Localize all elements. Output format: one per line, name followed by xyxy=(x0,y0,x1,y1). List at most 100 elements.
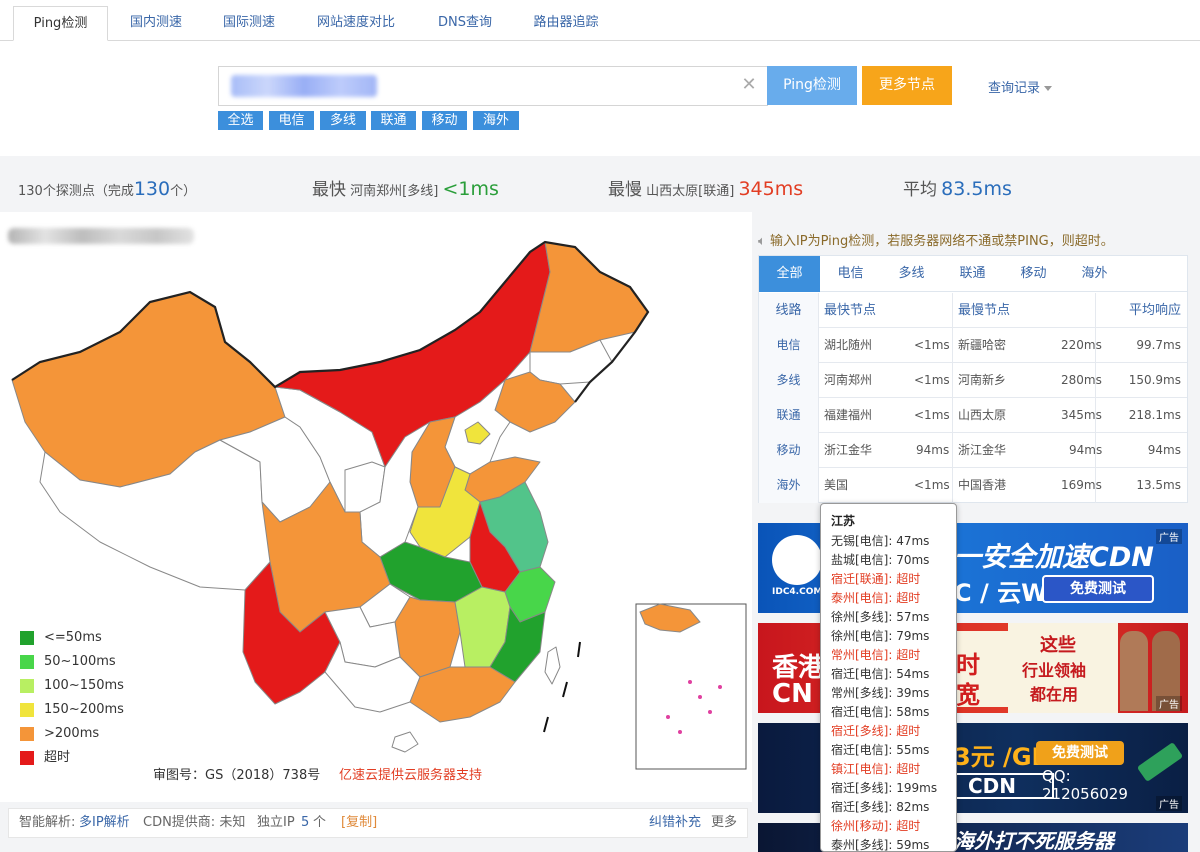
probe-count: 130个探测点（完成130个） xyxy=(18,178,197,200)
table-row[interactable]: 电信 湖北随州 <1ms 新疆哈密 220ms 99.7ms xyxy=(759,328,1187,363)
legend-swatch xyxy=(20,654,34,669)
slowest-summary: 最慢 山西太原[联通] 345ms xyxy=(608,178,804,200)
ad-person-image xyxy=(1120,631,1148,711)
dns-link[interactable]: 多IP解析 xyxy=(79,809,130,837)
tooltip-row: 无锡[电信]: 47ms xyxy=(831,534,930,548)
tooltip-row: 宿迁[电信]: 55ms xyxy=(831,743,930,757)
tooltip-row: 徐州[移动]: 超时 xyxy=(831,819,921,833)
result-tabs: 全部 电信 多线 联通 移动 海外 xyxy=(759,256,1187,292)
chip-all[interactable]: 全选 xyxy=(218,111,263,130)
result-tab-multiline[interactable]: 多线 xyxy=(881,256,942,292)
south-sea-inset xyxy=(635,603,747,770)
average-summary: 平均 83.5ms xyxy=(903,178,1012,200)
dash-line xyxy=(543,716,549,733)
legend-swatch xyxy=(20,630,34,645)
inset-island xyxy=(666,715,670,719)
tab-site-compare[interactable]: 网站速度对比 xyxy=(300,6,412,41)
inset-island xyxy=(688,680,692,684)
fastest-summary: 最快 河南郑州[多线] <1ms xyxy=(312,178,499,200)
ad-cta: 免费测试 xyxy=(1042,575,1154,603)
tooltip-row: 宿迁[多线]: 超时 xyxy=(831,724,921,738)
result-tab-unicom[interactable]: 联通 xyxy=(942,256,1003,292)
province-tooltip: 江苏 无锡[电信]: 47ms 盐城[电信]: 70ms 宿迁[联通]: 超时 泰州[… xyxy=(820,503,957,852)
summary-bar: 130个探测点（完成130个） 最快 河南郑州[多线] <1ms 最慢 山西太原… xyxy=(0,167,1200,212)
result-tab-telecom[interactable]: 电信 xyxy=(820,256,881,292)
info-bar: 智能解析: 多IP解析 CDN提供商: 未知 独立IP 5 个 [复制] 纠错补… xyxy=(8,808,748,838)
tab-ping[interactable]: Ping检测 xyxy=(13,6,108,41)
region-taiwan xyxy=(544,646,561,685)
tooltip-row: 宿迁[多线]: 82ms xyxy=(831,800,930,814)
cable-icon xyxy=(1136,742,1184,782)
tab-international-speed[interactable]: 国际测速 xyxy=(205,6,293,41)
result-tab-overseas[interactable]: 海外 xyxy=(1064,256,1125,292)
tooltip-row: 徐州[多线]: 57ms xyxy=(831,610,930,624)
tooltip-row: 盐城[电信]: 70ms xyxy=(831,553,930,567)
ad-label: 广告 xyxy=(1156,696,1182,711)
chip-mobile[interactable]: 移动 xyxy=(422,111,467,130)
dash-line xyxy=(577,641,581,658)
table-row[interactable]: 移动 浙江金华 94ms 浙江金华 94ms 94ms xyxy=(759,433,1187,468)
tooltip-row: 宿迁[多线]: 199ms xyxy=(831,781,938,795)
map-approval-number: 审图号：GS（2018）738号 xyxy=(153,768,321,783)
tab-traceroute[interactable]: 路由器追踪 xyxy=(518,6,614,41)
tooltip-row: 宿迁[电信]: 58ms xyxy=(831,705,930,719)
chip-multiline[interactable]: 多线 xyxy=(320,111,366,130)
inset-island xyxy=(698,695,702,699)
tooltip-row: 常州[电信]: 超时 xyxy=(831,648,921,662)
sponsor-link[interactable]: 亿速云提供云服务器支持 xyxy=(339,764,482,783)
table-row[interactable]: 多线 河南郑州 <1ms 河南新乡 280ms 150.9ms xyxy=(759,363,1187,398)
chip-unicom[interactable]: 联通 xyxy=(371,111,416,130)
legend-item: <=50ms xyxy=(20,630,102,648)
legend-item: 50~100ms xyxy=(20,654,116,672)
region-guangdong xyxy=(409,666,516,723)
close-icon[interactable]: ✕ xyxy=(740,75,758,95)
more-link[interactable]: 更多 xyxy=(711,809,737,837)
speaker-icon: 🔈︎ xyxy=(758,234,766,249)
chip-telecom[interactable]: 电信 xyxy=(269,111,314,130)
correct-link[interactable]: 纠错补充 xyxy=(649,809,701,837)
ad-headline: 海外打不死服务器 xyxy=(954,829,1114,852)
inset-island xyxy=(718,685,722,689)
tooltip-row: 常州[多线]: 39ms xyxy=(831,686,930,700)
legend-item: 150~200ms xyxy=(20,702,124,720)
region-hainan xyxy=(391,731,419,753)
blurred-host-value xyxy=(231,75,377,97)
idc-logo-icon xyxy=(772,535,822,585)
ping-button[interactable]: Ping检测 xyxy=(767,66,857,105)
ad-label: 广告 xyxy=(1156,796,1182,811)
tooltip-title: 江苏 xyxy=(831,514,856,528)
ping-notice: 🔈︎ 输入IP为Ping检测，若服务器网络不通或禁PING，则超时。 xyxy=(758,234,1114,249)
copy-link[interactable]: [复制] xyxy=(341,809,377,837)
result-table: 全部 电信 多线 联通 移动 海外 线路 最快节点 最慢节点 平均响应 电信 湖… xyxy=(758,255,1188,503)
map-panel: <=50ms 50~100ms 100~150ms 150~200ms >200… xyxy=(0,212,752,802)
ad-cta: 免费测试 xyxy=(1036,741,1124,765)
inset-island xyxy=(708,710,712,714)
main-tabs: Ping检测 国内测速 国际测速 网站速度对比 DNS查询 路由器追踪 xyxy=(0,0,1200,41)
dns-label: 智能解析: xyxy=(19,815,76,830)
table-row[interactable]: 联通 福建福州 <1ms 山西太原 345ms 218.1ms xyxy=(759,398,1187,433)
legend-swatch xyxy=(20,726,34,741)
result-tab-all[interactable]: 全部 xyxy=(759,256,820,292)
chevron-down-icon xyxy=(1044,86,1053,91)
ad-logo-text: IDC4.COM xyxy=(772,587,823,597)
legend-swatch xyxy=(20,750,34,765)
ip-label: 独立IP xyxy=(257,815,295,830)
ip-count[interactable]: 5 xyxy=(301,809,309,837)
ip-unit: 个 xyxy=(313,815,327,830)
region-heilongjiang xyxy=(529,241,649,353)
tab-dns[interactable]: DNS查询 xyxy=(420,6,510,41)
table-row[interactable]: 海外 美国 <1ms 中国香港 169ms 13.5ms xyxy=(759,468,1187,503)
cdn-provider: CDN提供商: 未知 xyxy=(143,815,246,830)
ad-panel: 这些 行业领袖 都在用 xyxy=(1008,623,1118,713)
history-dropdown[interactable]: 查询记录 xyxy=(988,77,1053,96)
legend-swatch xyxy=(20,702,34,717)
ad-text: CDN xyxy=(954,773,1054,799)
legend-swatch xyxy=(20,678,34,693)
ad-headline: 一安全加速CDN xyxy=(954,542,1154,573)
host-input[interactable]: ✕ xyxy=(218,66,768,106)
result-tab-mobile[interactable]: 移动 xyxy=(1003,256,1064,292)
tab-domestic-speed[interactable]: 国内测速 xyxy=(112,6,200,41)
ad-qq-label: QQ: xyxy=(1042,767,1071,785)
more-nodes-button[interactable]: 更多节点 xyxy=(862,66,952,105)
chip-overseas[interactable]: 海外 xyxy=(473,111,519,130)
